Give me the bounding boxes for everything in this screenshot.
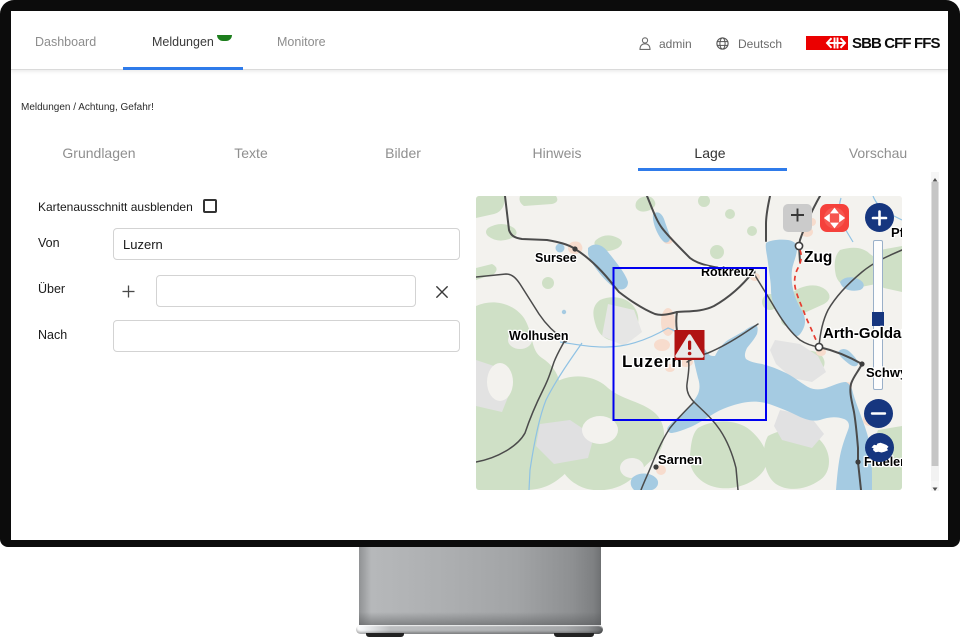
- svg-text:Arth-Goldau: Arth-Goldau: [823, 325, 902, 342]
- svg-text:Schwyz: Schwyz: [866, 365, 902, 380]
